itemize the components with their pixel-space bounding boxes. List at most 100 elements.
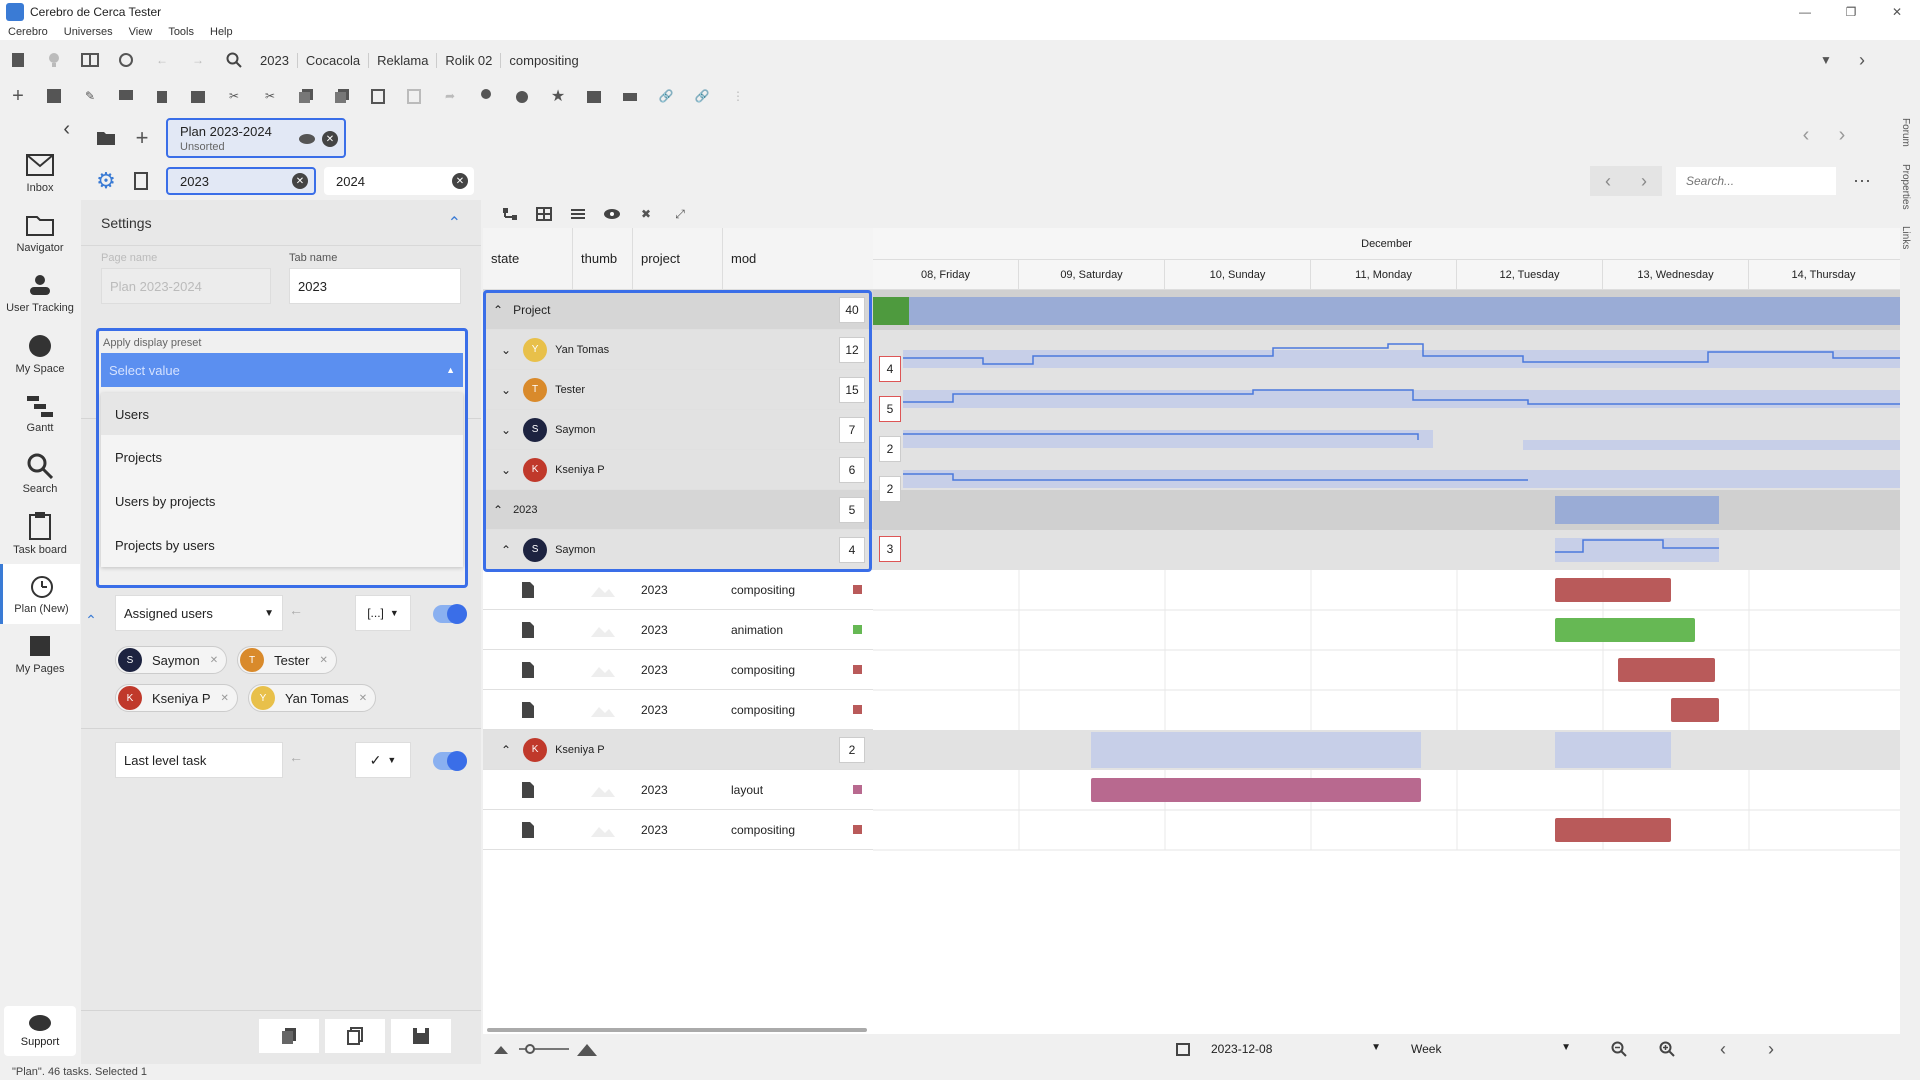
remove-chip-icon[interactable]: ✕ bbox=[210, 655, 218, 666]
remove-chip-icon[interactable]: ✕ bbox=[320, 655, 328, 666]
refresh-icon[interactable] bbox=[108, 45, 144, 75]
alarm-icon[interactable] bbox=[504, 81, 540, 111]
search-input[interactable] bbox=[1676, 167, 1836, 195]
cut-icon[interactable]: ✂ bbox=[216, 81, 252, 111]
sidebar-item-my-space[interactable]: My Space bbox=[0, 324, 80, 384]
table-row[interactable]: 2023 compositing bbox=[483, 810, 873, 850]
user-chip[interactable]: Y Yan Tomas ✕ bbox=[247, 684, 377, 712]
zoom-thumbnail-small-icon[interactable] bbox=[483, 1034, 519, 1064]
group-row-user[interactable]: ⌄ T Tester 15 bbox=[483, 370, 873, 410]
table-row[interactable]: 2023 animation bbox=[483, 610, 873, 650]
minimize-icon[interactable]: — bbox=[1782, 0, 1828, 27]
remove-chip-icon[interactable]: ✕ bbox=[359, 693, 367, 704]
breadcrumb-item[interactable]: compositing bbox=[501, 53, 586, 68]
cut-alt-icon[interactable]: ✂ bbox=[252, 81, 288, 111]
group-row-year[interactable]: ⌃ 2023 5 bbox=[483, 490, 873, 530]
breadcrumb-item[interactable]: Reklama bbox=[369, 52, 438, 68]
user-chip[interactable]: S Saymon ✕ bbox=[115, 646, 228, 674]
chevron-up-icon[interactable]: ⌃ bbox=[493, 503, 503, 517]
filter-year-2024[interactable]: 2024 ✕ bbox=[324, 167, 474, 195]
column-thumb[interactable]: thumb bbox=[573, 227, 633, 290]
menu-view[interactable]: View bbox=[121, 26, 161, 38]
save-button[interactable] bbox=[391, 1019, 451, 1053]
preset-select[interactable]: Select value ▲ bbox=[101, 353, 463, 387]
chevron-down-icon[interactable]: ⌄ bbox=[501, 383, 511, 397]
remove-chip-icon[interactable]: ✕ bbox=[221, 693, 229, 704]
chevron-left-icon[interactable]: ‹ bbox=[1705, 1034, 1741, 1064]
chevron-right-icon[interactable]: › bbox=[1844, 45, 1880, 75]
chevron-down-icon[interactable]: ⌄ bbox=[501, 423, 511, 437]
table-row[interactable]: 2023 compositing bbox=[483, 570, 873, 610]
book-icon[interactable] bbox=[0, 45, 36, 75]
bulb-icon[interactable] bbox=[36, 45, 72, 75]
close-filter-icon[interactable]: ✕ bbox=[452, 173, 468, 189]
stack-icon[interactable] bbox=[180, 81, 216, 111]
paste-icon[interactable] bbox=[360, 81, 396, 111]
collapse-sidebar-icon[interactable]: ‹ bbox=[0, 114, 80, 144]
zoom-out-icon[interactable] bbox=[1601, 1034, 1637, 1064]
expand-all-icon[interactable]: ⤢ bbox=[663, 199, 697, 229]
more-vertical-icon[interactable]: ⋮ bbox=[720, 81, 756, 111]
new-page-icon[interactable] bbox=[124, 166, 160, 196]
group-row-user[interactable]: ⌃ K Kseniya P 2 bbox=[483, 730, 873, 770]
eye-icon[interactable] bbox=[595, 199, 629, 229]
table-row[interactable]: 2023 layout bbox=[483, 770, 873, 810]
unlink-icon[interactable]: 🔗 bbox=[684, 81, 720, 111]
filter-sliders-icon[interactable] bbox=[561, 199, 595, 229]
group-row-user[interactable]: ⌃ S Saymon 4 bbox=[483, 530, 873, 570]
paste-disabled-icon[interactable] bbox=[396, 81, 432, 111]
layout-icon[interactable] bbox=[72, 45, 108, 75]
horizontal-scrollbar[interactable] bbox=[487, 1028, 867, 1032]
zoom-in-icon[interactable] bbox=[1649, 1034, 1685, 1064]
layers-icon[interactable] bbox=[576, 81, 612, 111]
chevron-up-icon[interactable]: ⌃ bbox=[501, 743, 511, 757]
close-tab-icon[interactable]: ✕ bbox=[322, 131, 338, 147]
tree-icon[interactable] bbox=[493, 199, 527, 229]
edit-pencil-icon[interactable]: ✎ bbox=[72, 81, 108, 111]
chevron-right-icon[interactable]: › bbox=[1626, 166, 1662, 196]
sidebar-item-inbox[interactable]: Inbox bbox=[0, 144, 80, 204]
settings-header[interactable]: Settings ⌃ bbox=[81, 200, 481, 246]
group-row-user[interactable]: ⌄ K Kseniya P 6 bbox=[483, 450, 873, 490]
chevron-right-icon[interactable]: › bbox=[1753, 1034, 1789, 1064]
column-state[interactable]: state bbox=[483, 227, 573, 290]
assigned-users-toggle[interactable] bbox=[433, 604, 467, 624]
assigned-users-select[interactable]: Assigned users ▼ bbox=[115, 595, 283, 631]
sidebar-item-task-board[interactable]: Task board bbox=[0, 504, 80, 564]
settings-gear-icon[interactable]: ⚙ bbox=[88, 166, 124, 196]
zoom-thumbnail-large-icon[interactable] bbox=[569, 1034, 605, 1064]
menu-help[interactable]: Help bbox=[202, 26, 241, 38]
chevron-up-icon[interactable]: ⌃ bbox=[493, 303, 503, 317]
share-icon[interactable]: ➦ bbox=[432, 81, 468, 111]
table-icon[interactable] bbox=[527, 199, 561, 229]
group-row-user[interactable]: ⌄ S Saymon 7 bbox=[483, 410, 873, 450]
chevron-down-icon[interactable]: ⌄ bbox=[501, 463, 511, 477]
breadcrumb-item[interactable]: Cocacola bbox=[298, 52, 370, 68]
add-task-icon[interactable] bbox=[36, 81, 72, 111]
preset-option-users[interactable]: Users bbox=[101, 393, 463, 435]
right-tab-forum[interactable]: Forum bbox=[1900, 118, 1911, 158]
close-filter-icon[interactable]: ✕ bbox=[292, 173, 308, 189]
column-project[interactable]: project bbox=[633, 227, 723, 290]
search-icon[interactable] bbox=[216, 45, 252, 75]
filter-mode-select[interactable]: [...] ▼ bbox=[355, 595, 411, 631]
calendar-icon[interactable] bbox=[1165, 1034, 1201, 1064]
last-level-toggle[interactable] bbox=[433, 751, 467, 771]
support-button[interactable]: Support bbox=[4, 1006, 76, 1056]
dropdown-triangle-icon[interactable]: ▼ bbox=[1808, 45, 1844, 75]
breadcrumb-item[interactable]: Rolik 02 bbox=[437, 52, 502, 68]
add-icon[interactable]: + bbox=[0, 81, 36, 111]
scale-select[interactable]: Week ▼ bbox=[1391, 1042, 1571, 1056]
thumbnail-size-slider[interactable] bbox=[519, 1044, 569, 1054]
date-select[interactable]: 2023-12-08 ▼ bbox=[1201, 1042, 1381, 1056]
menu-tools[interactable]: Tools bbox=[160, 26, 202, 38]
forward-arrow-icon[interactable]: → bbox=[180, 45, 216, 75]
preset-option-users-by-projects[interactable]: Users by projects bbox=[101, 479, 463, 523]
chevron-right-icon[interactable]: › bbox=[1824, 120, 1860, 150]
collapse-all-icon[interactable]: ✖ bbox=[629, 199, 663, 229]
table-row[interactable]: 2023 compositing bbox=[483, 690, 873, 730]
breadcrumb-item[interactable]: 2023 bbox=[252, 52, 298, 68]
chevron-up-icon[interactable]: ⌃ bbox=[448, 213, 461, 233]
menu-cerebro[interactable]: Cerebro bbox=[0, 26, 56, 38]
more-options-icon[interactable]: ⋯ bbox=[1844, 166, 1880, 196]
